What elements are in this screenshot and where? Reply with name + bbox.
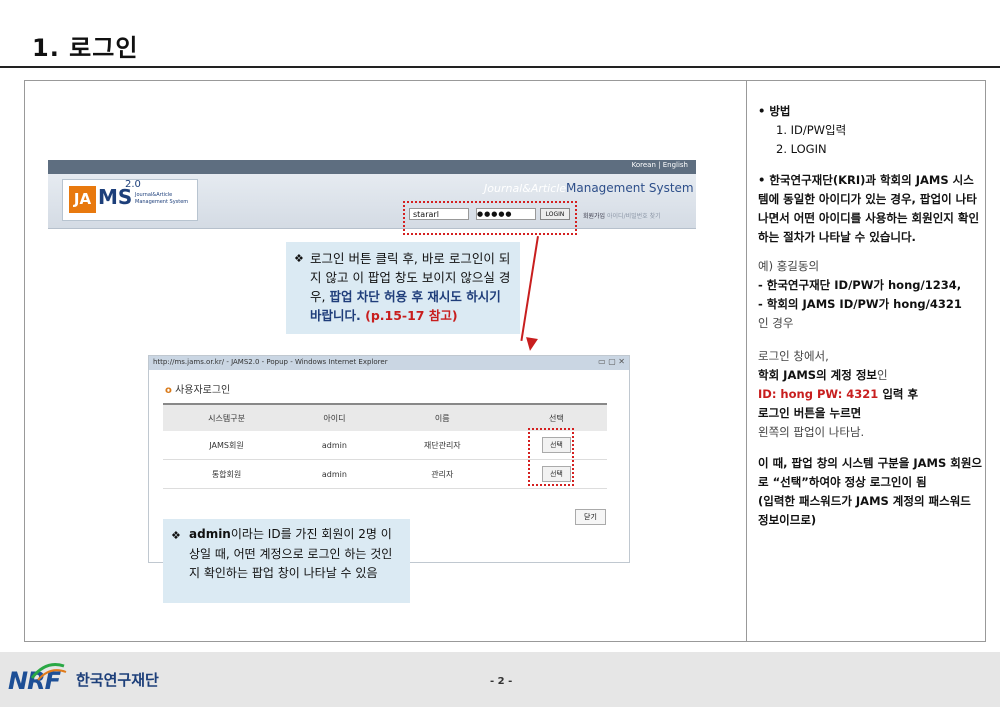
arrow-head-icon: [524, 337, 538, 352]
instruction-line: 로그인 창에서,: [758, 349, 829, 363]
find-account-link[interactable]: 아이디/비밀번호 찾기: [607, 213, 661, 220]
jams-top-bar: Korean | English: [48, 160, 696, 174]
example-intro: 예) 홍길동의: [758, 259, 820, 273]
instructions-panel: • 방법 1. ID/PW입력 2. LOGIN • 한국연구재단(KRI)과 …: [758, 102, 983, 530]
lang-korean-link[interactable]: Korean: [632, 161, 656, 169]
jams-logo: JA MS 2.0 Journal&Article Management Sys…: [62, 179, 198, 221]
footer: NRF 한국연구재단 - 2 -: [0, 652, 1000, 707]
final-note-detail: (입력한 패스워드가 JAMS 계정의 패스워드 정보이므로): [758, 494, 971, 527]
select-highlight-box: [528, 428, 574, 486]
page-number: - 2 -: [490, 676, 513, 687]
login-highlight-box: [403, 201, 577, 235]
account-links: 회원가입 아이디/비밀번호 찾기: [583, 211, 661, 220]
duplicate-id-explanation: • 한국연구재단(KRI)과 학회의 JAMS 시스템에 동일한 아이디가 있는…: [758, 173, 980, 244]
credential-line: ID: hong PW: 4321 입력 후: [758, 387, 919, 401]
lang-english-link[interactable]: English: [663, 161, 688, 169]
jams-logo-version: 2.0: [125, 179, 141, 190]
method-step: 2. LOGIN: [776, 142, 827, 156]
title-divider: [0, 66, 1000, 68]
popup-block-note: ❖ 로그인 버튼 클릭 후, 바로 로그인이 되지 않고 이 팝업 창도 보이지…: [286, 242, 520, 334]
instruction-line: 로그인 버튼을 누르면: [758, 406, 862, 420]
instruction-line: 학회 JAMS의 계정 정보인: [758, 368, 888, 382]
circle-bullet-icon: o: [165, 385, 172, 396]
window-controls-icon[interactable]: ▭ ▢ ✕: [598, 357, 625, 366]
language-switch: Korean | English: [631, 161, 688, 169]
system-name-primary: Journal&Article: [484, 182, 567, 195]
method-heading: • 방법: [758, 104, 791, 118]
page-title: 1. 로그인: [32, 34, 139, 62]
column-header: 선택: [505, 403, 607, 431]
jams-header: JA MS 2.0 Journal&Article Management Sys…: [48, 174, 696, 229]
duplicate-id-note: ❖ admin이라는 ID를 가진 회원이 2명 이상일 때, 어떤 계정으로 …: [163, 519, 410, 603]
organization-name: 한국연구재단: [76, 671, 159, 689]
column-header: 이름: [378, 403, 506, 431]
diamond-bullet-icon: ❖: [171, 529, 181, 542]
popup-heading: o 사용자로그인: [165, 385, 231, 396]
column-header: 아이디: [290, 403, 379, 431]
close-button[interactable]: 닫기: [575, 509, 606, 525]
method-step: 1. ID/PW입력: [776, 123, 847, 137]
example-line: 인 경우: [758, 316, 794, 330]
example-line: - 한국연구재단 ID/PW가 hong/1234,: [758, 278, 962, 292]
example-line: - 학회의 JAMS ID/PW가 hong/4321: [758, 297, 962, 311]
jams-logo-mark: JA: [69, 186, 96, 213]
popup-title-bar: http://ms.jams.or.kr/ - JAMS2.0 - Popup …: [149, 356, 629, 370]
jams-logo-subtitle: Journal&Article Management System: [135, 192, 189, 205]
nrf-logo-swoosh-icon: [30, 663, 67, 681]
column-divider: [746, 80, 747, 642]
diamond-bullet-icon: ❖: [294, 252, 304, 265]
system-name-secondary: Management System: [566, 181, 694, 195]
join-link[interactable]: 회원가입: [583, 213, 605, 220]
final-note: 이 때, 팝업 창의 시스템 구분을 JAMS 회원으로 “선택”하여야 정상 …: [758, 456, 982, 489]
column-header: 시스템구분: [163, 403, 291, 431]
instruction-line: 왼쪽의 팝업이 나타남.: [758, 425, 865, 439]
